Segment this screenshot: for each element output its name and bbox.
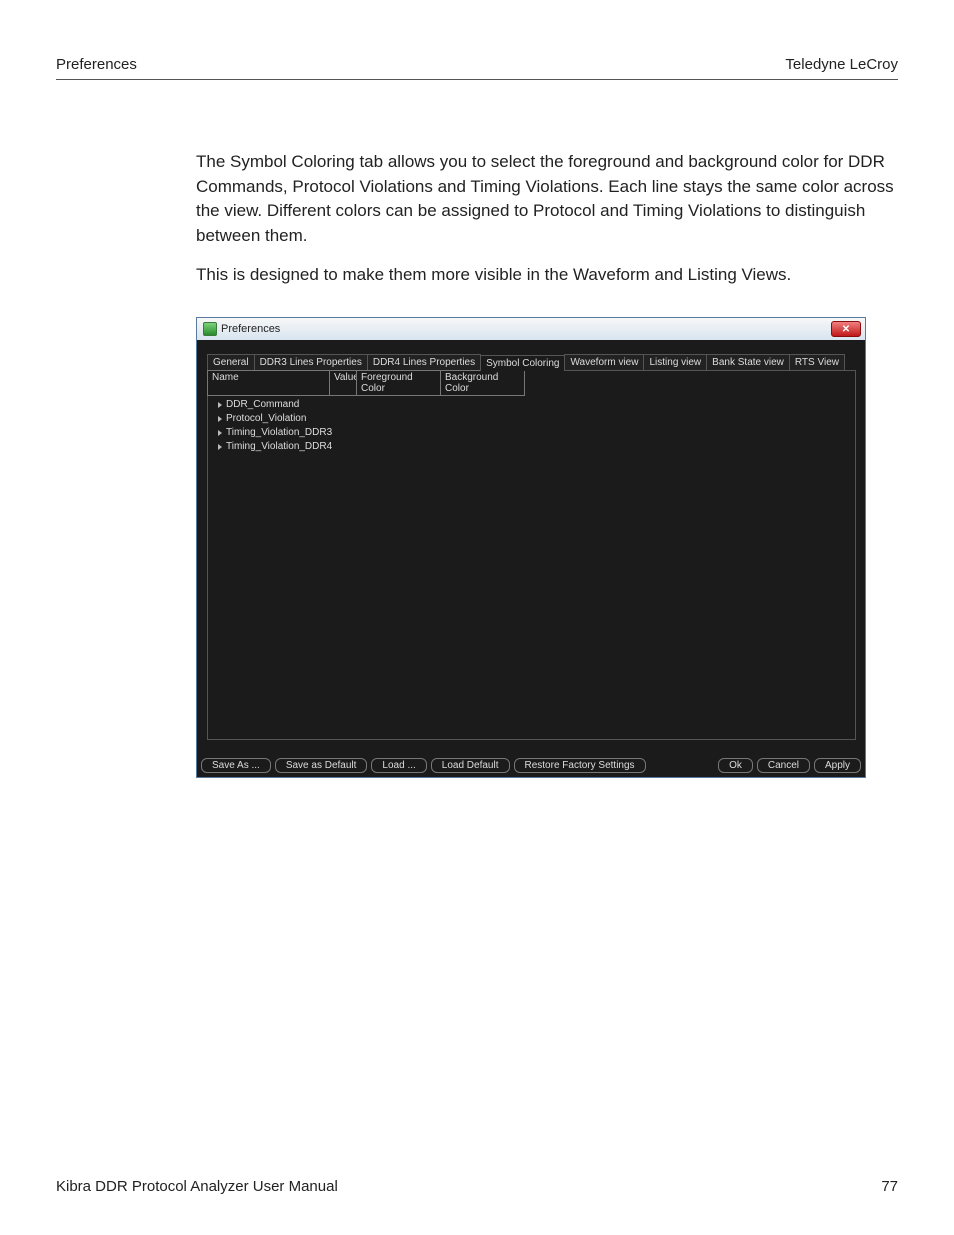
- footer-left: Kibra DDR Protocol Analyzer User Manual: [56, 1178, 338, 1195]
- tab-ddr3-lines[interactable]: DDR3 Lines Properties: [254, 354, 368, 370]
- close-icon[interactable]: ✕: [831, 321, 861, 337]
- paragraph-1: The Symbol Coloring tab allows you to se…: [196, 150, 896, 249]
- chevron-right-icon: [218, 430, 222, 436]
- page-footer: Kibra DDR Protocol Analyzer User Manual …: [56, 1178, 898, 1195]
- column-header-foreground[interactable]: Foreground Color: [356, 370, 441, 396]
- tree-item-ddr-command[interactable]: DDR_Command: [218, 398, 855, 412]
- dialog-titlebar: Preferences ✕: [197, 318, 865, 340]
- tab-general[interactable]: General: [207, 354, 255, 370]
- header-right: Teledyne LeCroy: [785, 56, 898, 73]
- symbol-coloring-grid: Name Value Foreground Color Background C…: [207, 370, 856, 740]
- tree-list: DDR_Command Protocol_Violation Timing_Vi…: [208, 396, 855, 454]
- tab-bank-state-view[interactable]: Bank State view: [706, 354, 790, 370]
- save-as-default-button[interactable]: Save as Default: [275, 758, 368, 773]
- tree-item-label: Protocol_Violation: [226, 412, 306, 426]
- app-icon: [203, 322, 217, 336]
- header-left: Preferences: [56, 56, 137, 73]
- column-header-name[interactable]: Name: [207, 370, 330, 396]
- body-text: The Symbol Coloring tab allows you to se…: [196, 150, 896, 287]
- load-default-button[interactable]: Load Default: [431, 758, 510, 773]
- dialog-title: Preferences: [221, 323, 831, 335]
- tab-symbol-coloring[interactable]: Symbol Coloring: [480, 355, 565, 371]
- tab-ddr4-lines[interactable]: DDR4 Lines Properties: [367, 354, 481, 370]
- ok-button[interactable]: Ok: [718, 758, 753, 773]
- column-header-value[interactable]: Value: [329, 370, 357, 396]
- save-as-button[interactable]: Save As ...: [201, 758, 271, 773]
- chevron-right-icon: [218, 416, 222, 422]
- apply-button[interactable]: Apply: [814, 758, 861, 773]
- tab-waveform-view[interactable]: Waveform view: [564, 354, 644, 370]
- column-header-background[interactable]: Background Color: [440, 370, 525, 396]
- grid-header-row: Name Value Foreground Color Background C…: [208, 371, 855, 396]
- tree-item-label: Timing_Violation_DDR3: [226, 426, 332, 440]
- tab-strip: General DDR3 Lines Properties DDR4 Lines…: [207, 354, 855, 370]
- load-button[interactable]: Load ...: [371, 758, 426, 773]
- paragraph-2: This is designed to make them more visib…: [196, 263, 896, 288]
- page-header: Preferences Teledyne LeCroy: [56, 56, 898, 80]
- cancel-button[interactable]: Cancel: [757, 758, 810, 773]
- tree-item-protocol-violation[interactable]: Protocol_Violation: [218, 412, 855, 426]
- chevron-right-icon: [218, 402, 222, 408]
- restore-factory-button[interactable]: Restore Factory Settings: [514, 758, 646, 773]
- footer-page-number: 77: [881, 1178, 898, 1195]
- chevron-right-icon: [218, 444, 222, 450]
- tree-item-label: Timing_Violation_DDR4: [226, 440, 332, 454]
- preferences-dialog-screenshot: Preferences ✕ General DDR3 Lines Propert…: [196, 317, 866, 778]
- tree-item-timing-violation-ddr3[interactable]: Timing_Violation_DDR3: [218, 426, 855, 440]
- tab-rts-view[interactable]: RTS View: [789, 354, 845, 370]
- tree-item-label: DDR_Command: [226, 398, 299, 412]
- tab-listing-view[interactable]: Listing view: [643, 354, 707, 370]
- tree-item-timing-violation-ddr4[interactable]: Timing_Violation_DDR4: [218, 440, 855, 454]
- dialog-button-bar: Save As ... Save as Default Load ... Loa…: [197, 750, 865, 777]
